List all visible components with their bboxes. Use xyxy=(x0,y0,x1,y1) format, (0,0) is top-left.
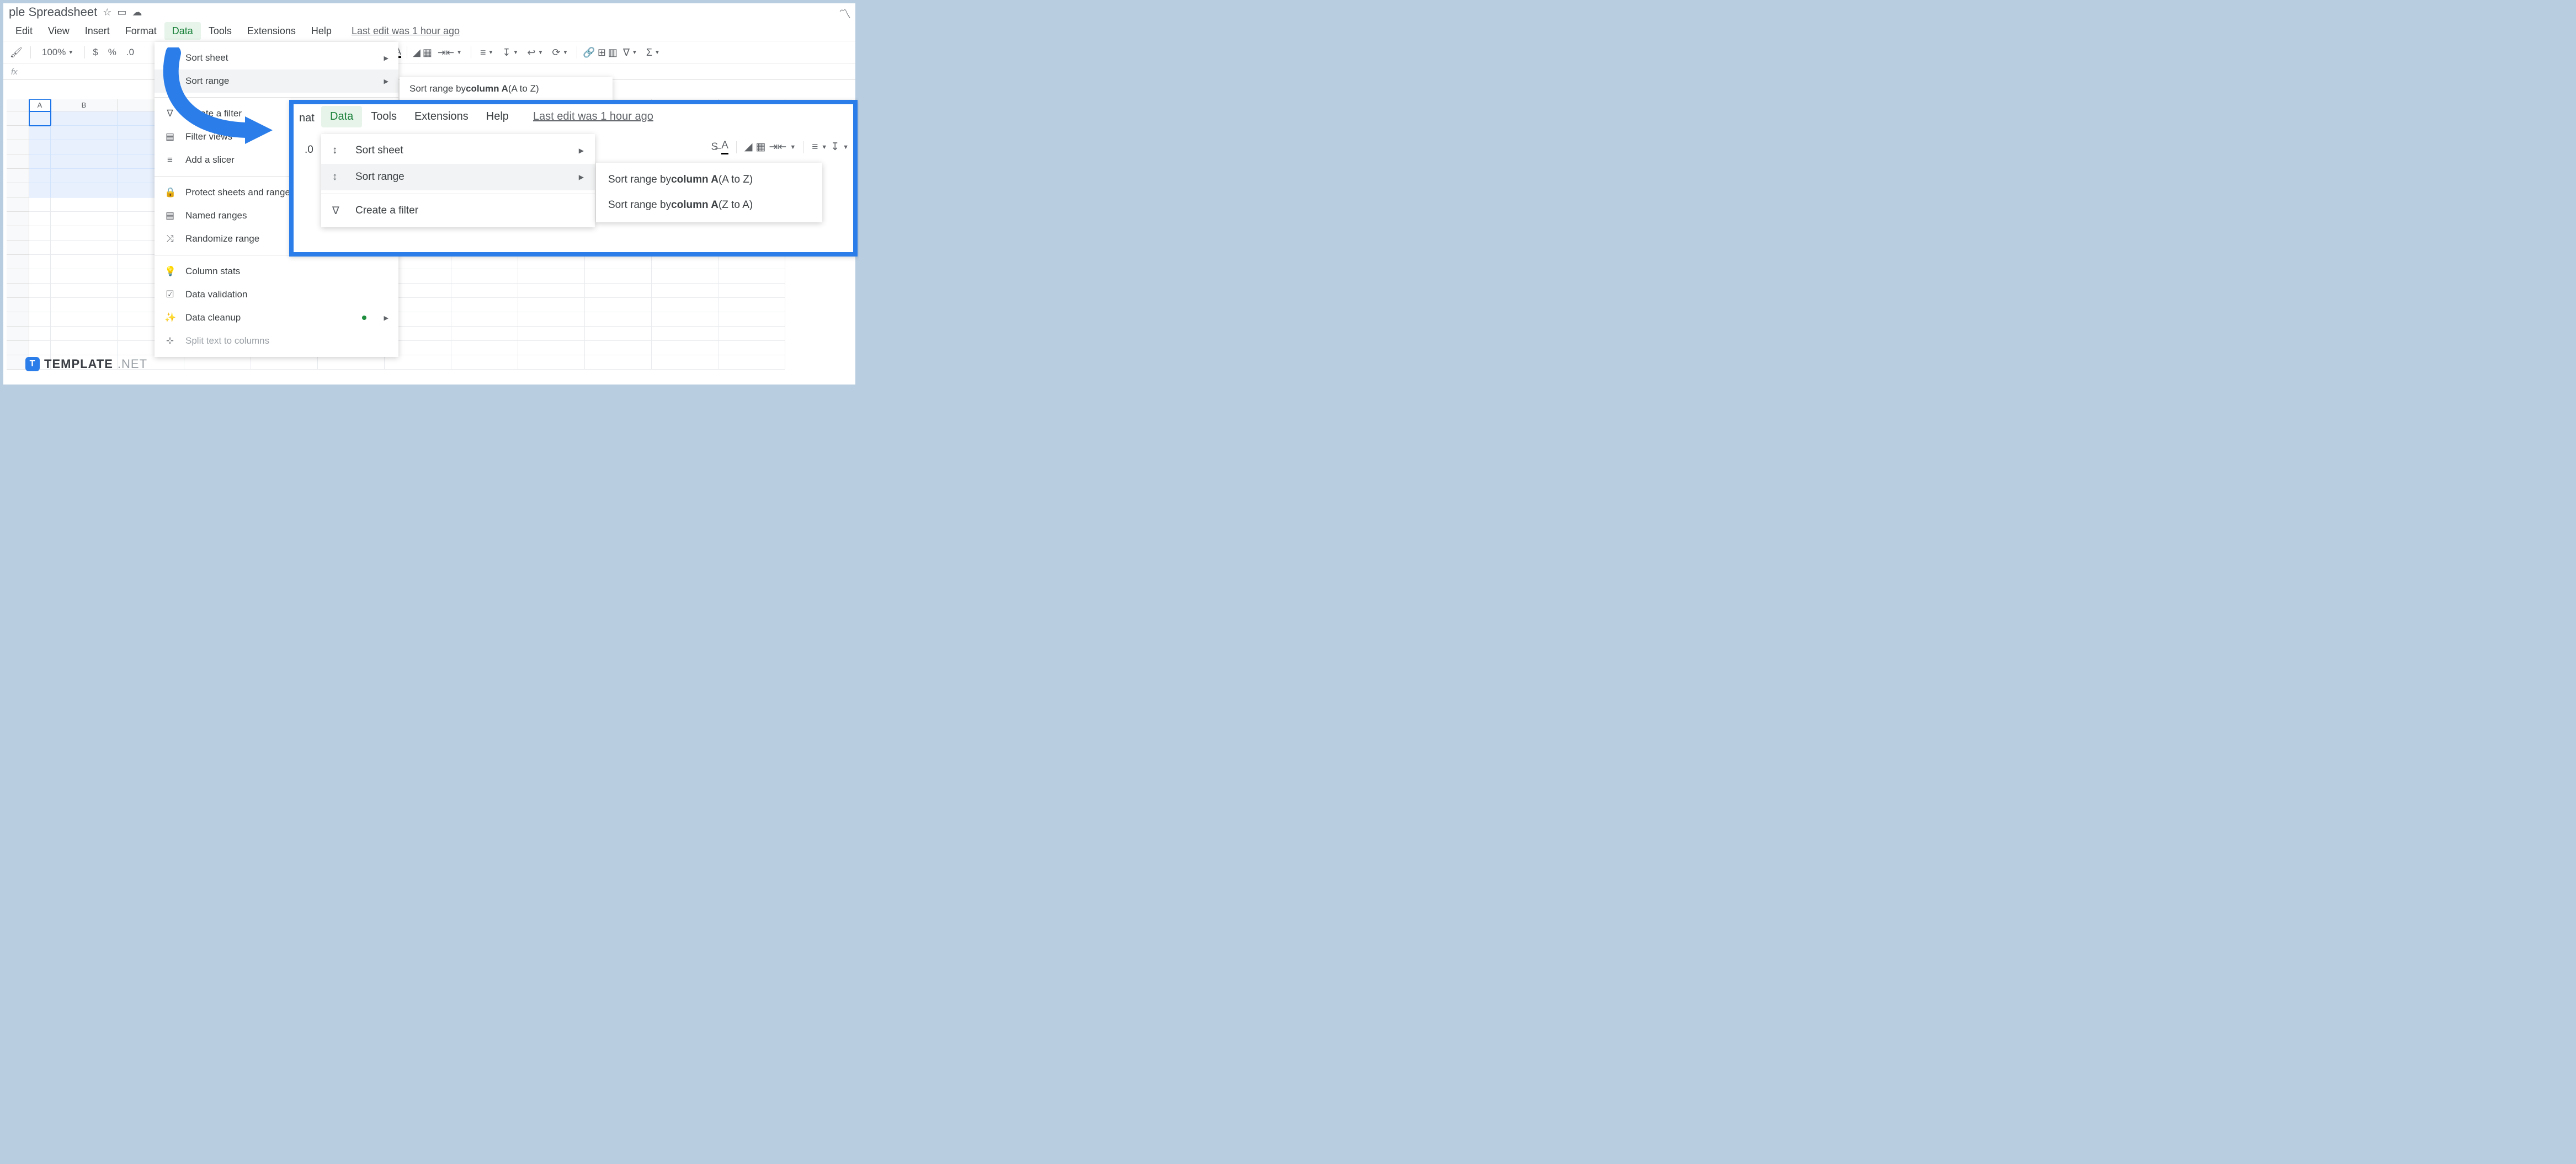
watermark-brand: TEMPLATE xyxy=(44,357,113,371)
decrease-decimal-button[interactable]: .0 xyxy=(126,47,134,58)
text-color-icon[interactable]: A xyxy=(721,140,728,154)
shuffle-icon: ⤨ xyxy=(164,233,175,244)
menu-data-validation[interactable]: ☑Data validation xyxy=(155,283,398,306)
sort-range-a-to-z[interactable]: Sort range by column A (A to Z) xyxy=(596,167,822,193)
bulb-icon: 💡 xyxy=(164,266,175,277)
menu-sort-range[interactable]: ↕Sort range▶ xyxy=(155,70,398,93)
menu-format[interactable]: Format xyxy=(118,22,164,40)
rotate-button[interactable]: ⟳▼ xyxy=(549,45,571,61)
h-align-button[interactable]: ≡▼ xyxy=(477,45,497,61)
callout-sort-sheet[interactable]: ↕Sort sheet▶ xyxy=(321,137,595,164)
filter-views-icon: ▤ xyxy=(164,131,175,142)
callout-submenu: Sort range by column A (A to Z) Sort ran… xyxy=(596,163,822,222)
toolbar: 🖌 100%▼ $ % .0 S̶ A ◢ ▦ ⇥⇤▼ ≡▼ ↧▼ ↩▼ ⟳▼ xyxy=(3,41,855,64)
menu-sort-sheet[interactable]: ↕Sort sheet▶ xyxy=(155,46,398,70)
callout-sort-range[interactable]: ↕Sort range▶ xyxy=(321,164,595,190)
menu-view[interactable]: View xyxy=(40,22,77,40)
select-all-corner[interactable] xyxy=(7,99,29,111)
menu-data-cleanup[interactable]: ✨Data cleanup▶ xyxy=(155,306,398,329)
v-align-icon[interactable]: ↧ xyxy=(831,141,839,153)
callout-menubar: Data Tools Extensions Help Last edit was… xyxy=(317,104,853,129)
chevron-right-icon: ▶ xyxy=(384,314,388,322)
menu-tools[interactable]: Tools xyxy=(201,22,239,40)
menu-extensions[interactable]: Extensions xyxy=(239,22,304,40)
fill-color-icon[interactable]: ◢ xyxy=(744,141,753,153)
borders-icon[interactable]: ▦ xyxy=(756,141,766,153)
last-edit-link[interactable]: Last edit was 1 hour ago xyxy=(352,25,460,37)
menu-data[interactable]: Data xyxy=(164,22,201,40)
sort-range-z-to-a[interactable]: Sort range by column A (Z to A) xyxy=(596,193,822,218)
percent-button[interactable]: % xyxy=(108,47,116,58)
sort-range-submenu-bg[interactable]: Sort range by column A (A to Z) xyxy=(400,77,613,100)
lock-icon: 🔒 xyxy=(164,187,175,198)
titlebar: ple Spreadsheet ☆ ▭ ☁ xyxy=(3,3,855,21)
callout-last-edit[interactable]: Last edit was 1 hour ago xyxy=(533,110,653,123)
merge-cells-button[interactable]: ⇥⇤▼ xyxy=(434,45,465,61)
wrap-button[interactable]: ↩▼ xyxy=(524,45,546,61)
filter-icon: ∇ xyxy=(332,205,344,217)
callout-dropdown: ↕Sort sheet▶ ↕Sort range▶ ∇Create a filt… xyxy=(321,134,595,227)
fx-label: fx xyxy=(11,67,18,77)
chart-icon[interactable]: ▥ xyxy=(608,47,618,58)
watermark: T TEMPLATE .NET xyxy=(25,357,147,371)
sort-range-icon: ↕ xyxy=(164,76,175,87)
cell-a1[interactable] xyxy=(29,111,51,126)
menu-help[interactable]: Help xyxy=(304,22,339,40)
sort-icon: ↕ xyxy=(332,145,344,157)
spreadsheet-app: ple Spreadsheet ☆ ▭ ☁ 〽 Edit View Insert… xyxy=(3,3,855,385)
decimals-fragment: .0 xyxy=(305,144,313,156)
callout-menu-tools[interactable]: Tools xyxy=(362,106,406,127)
move-icon[interactable]: ▭ xyxy=(117,7,126,18)
menu-edit[interactable]: Edit xyxy=(8,22,40,40)
callout-box: nat Data Tools Extensions Help Last edit… xyxy=(289,100,858,257)
v-align-button[interactable]: ↧▼ xyxy=(499,45,521,61)
chevron-right-icon: ▶ xyxy=(384,55,388,62)
wand-icon: ✨ xyxy=(164,312,175,323)
filter-button[interactable]: ∇▼ xyxy=(620,45,641,61)
h-align-icon[interactable]: ≡ xyxy=(812,141,818,153)
chevron-right-icon: ▶ xyxy=(579,147,584,154)
fill-color-icon[interactable]: ◢ xyxy=(413,47,421,58)
col-header-b[interactable]: B xyxy=(51,99,118,111)
toolbar-right: S̶ A ◢ ▦ ⇥⇤▼ ≡▼ ↧▼ ↩▼ ⟳▼ 🔗 ⊞ ▥ ∇▼ Σ▼ xyxy=(386,45,663,61)
sort-range-icon: ↕ xyxy=(332,171,344,183)
col-header-a[interactable]: A xyxy=(29,99,51,111)
currency-button[interactable]: $ xyxy=(93,47,98,58)
callout-menu-help[interactable]: Help xyxy=(477,106,518,127)
zoom-value: 100% xyxy=(42,47,66,58)
new-dot-icon xyxy=(362,316,366,320)
slicer-icon: ≡ xyxy=(164,154,175,165)
zoom-select[interactable]: 100%▼ xyxy=(39,45,77,60)
sort-icon: ↕ xyxy=(164,52,175,63)
watermark-logo: T xyxy=(25,357,40,371)
chevron-right-icon: ▶ xyxy=(579,173,584,181)
paint-format-icon[interactable]: 🖌 xyxy=(10,47,23,58)
link-icon[interactable]: 🔗 xyxy=(583,47,595,58)
strikethrough-icon[interactable]: S̶ xyxy=(711,141,718,153)
menubar: Edit View Insert Format Data Tools Exten… xyxy=(3,21,855,41)
document-title[interactable]: ple Spreadsheet xyxy=(9,5,97,19)
callout-create-filter[interactable]: ∇Create a filter xyxy=(321,197,595,224)
activity-icon[interactable]: 〽 xyxy=(839,4,851,22)
comment-icon[interactable]: ⊞ xyxy=(598,47,606,58)
chevron-right-icon: ▶ xyxy=(384,78,388,85)
cloud-icon[interactable]: ☁ xyxy=(132,7,142,18)
borders-icon[interactable]: ▦ xyxy=(423,47,432,58)
filter-icon: ∇ xyxy=(164,108,175,119)
callout-menu-data[interactable]: Data xyxy=(321,106,362,127)
callout-toolbar: S̶ A ◢ ▦ ⇥⇤▼ ≡▼ ↧▼ xyxy=(711,140,849,154)
callout-menu-extensions[interactable]: Extensions xyxy=(406,106,477,127)
named-ranges-icon: ▤ xyxy=(164,210,175,221)
merge-icon[interactable]: ⇥⇤ xyxy=(769,141,786,153)
star-icon[interactable]: ☆ xyxy=(103,7,111,18)
format-fragment: nat xyxy=(294,108,320,129)
functions-button[interactable]: Σ▼ xyxy=(643,45,663,61)
menu-split-text: ⊹Split text to columns xyxy=(155,329,398,353)
split-icon: ⊹ xyxy=(164,335,175,346)
menu-insert[interactable]: Insert xyxy=(77,22,118,40)
row-header[interactable] xyxy=(7,111,29,126)
menu-column-stats[interactable]: 💡Column stats xyxy=(155,260,398,283)
checklist-icon: ☑ xyxy=(164,289,175,300)
watermark-tld: .NET xyxy=(118,357,147,371)
